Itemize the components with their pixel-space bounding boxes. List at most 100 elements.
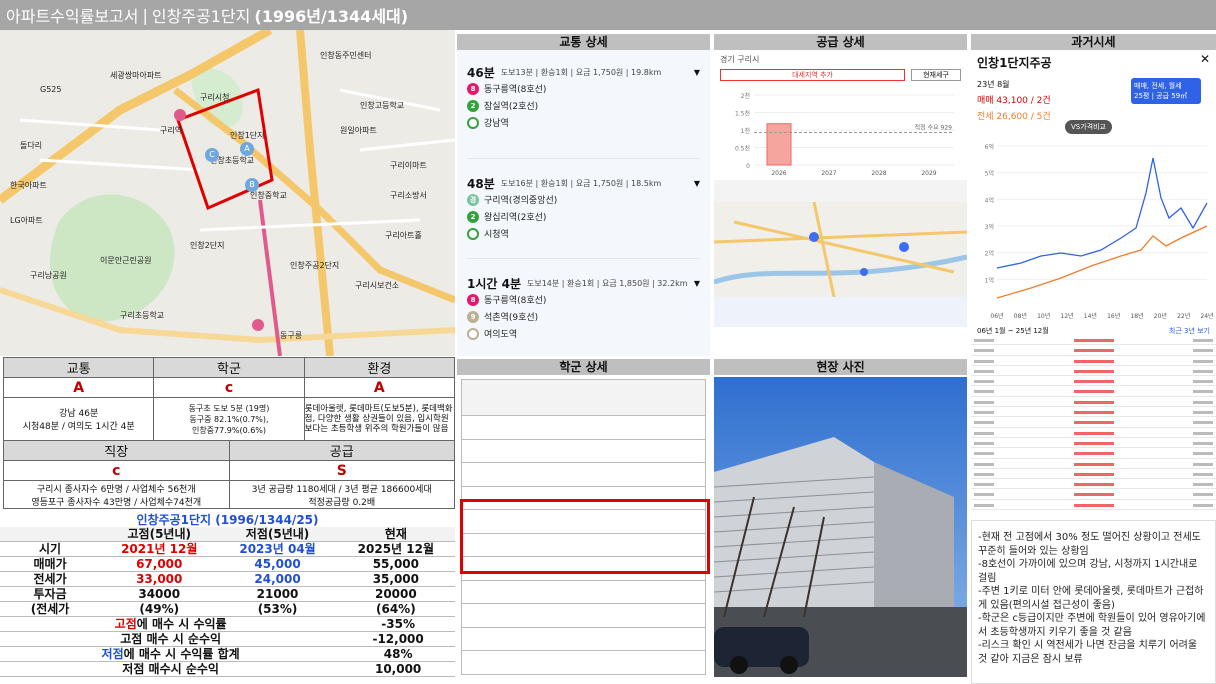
current-button[interactable]: 현재세구 [911, 69, 961, 81]
supply-chart: 2천 1.5천 1천 0.5천 0 적정 수요 929 2026 2027 2028 2029 [735, 92, 954, 177]
map-label: 구리시보건소 [355, 281, 400, 290]
trade-row [971, 407, 1216, 418]
map-label: LG아파트 [10, 216, 43, 225]
chevron-down-icon[interactable]: ▼ [694, 68, 700, 77]
map-marker[interactable]: B [245, 178, 259, 192]
memo-line: -8호선이 가까이에 있으며 강남, 시청까지 1시간내로 걸림 [978, 559, 1198, 584]
line-badge: 2 [467, 99, 479, 112]
row-label: 투자금 [0, 586, 101, 602]
map-canvas [0, 30, 455, 356]
trade-row [971, 366, 1216, 377]
map-marker[interactable]: C [205, 148, 219, 162]
price-title: 과거시세 [971, 34, 1216, 50]
line-badge: 9 [467, 310, 479, 323]
chevron-down-icon[interactable]: ▼ [694, 279, 700, 288]
summary-value: 10,000 [341, 661, 455, 677]
x-tick-label: 10년 [1037, 312, 1050, 320]
summary-text: 에 매수 시 수익률 [136, 617, 227, 631]
supply-bar [766, 123, 792, 166]
add-region-button[interactable]: 대세지역 추가 [720, 69, 905, 81]
x-tick-label: 24년 [1200, 312, 1213, 320]
route-card[interactable]: 1시간 4분 도보14분 | 환승1회 | 요금 1,850원 | 32.2km ▼… [467, 258, 700, 358]
memo-box: -현재 전 고점에서 30% 정도 떨어진 상황이고 전세도 꾸준히 들어와 있… [971, 520, 1216, 684]
peak-ratio: (49%) [100, 601, 219, 617]
current-jeonse: 35,000 [336, 571, 455, 587]
trade-rows [971, 335, 1216, 511]
y-tick-label: 2천 [741, 92, 750, 100]
school-row [461, 415, 706, 440]
station-name: 강남역 [484, 119, 509, 129]
map-label: 이문안근린공원 [100, 256, 152, 265]
memo-line: -현재 전 고점에서 30% 정도 떨어진 상황이고 전세도 꾸준히 들어와 있… [978, 532, 1201, 557]
area-map[interactable]: G525 인창초등학교 구리시청 세광쌍마아파트 인창중학교 원일아파트 구리역… [0, 30, 455, 356]
school-row [461, 438, 706, 463]
y-tick-label: 3억 [985, 223, 994, 231]
route-card[interactable]: 48분 도보16분 | 환승1회 | 요금 1,750원 | 18.5km ▼ 경구… [467, 158, 700, 258]
summary-highlight: 저점 [101, 647, 124, 661]
y-tick-label: 6억 [985, 143, 994, 151]
header-traffic: 교통 [2, 357, 155, 378]
note-school: 동구초 도보 5분 (19명) 동구중 82.1%(0.7%), 인창중77.9… [153, 397, 305, 441]
station-name: 동구릉역(8호선) [484, 296, 547, 306]
map-label: 구리남공원 [30, 271, 67, 280]
header-separator: | [142, 5, 148, 25]
filter-dropdown[interactable]: 매매, 전세, 월세 25평 | 공급 59㎡ [1131, 78, 1201, 104]
trade-row [971, 386, 1216, 397]
grade-traffic: A [2, 377, 155, 398]
trade-row [971, 345, 1216, 356]
trade-row [971, 428, 1216, 438]
transit-panel: 교통 상세 46분 도보13분 | 환승1회 | 요금 1,750원 | 19.8… [457, 34, 710, 356]
peak-date: 2021년 12월 [100, 541, 219, 557]
current-ratio: (64%) [336, 601, 455, 617]
x-tick-label: 2027 [821, 170, 836, 177]
route-card[interactable]: 46분 도보13분 | 환승1회 | 요금 1,750원 | 19.8km ▼ 8동… [467, 64, 700, 158]
route-info: 도보14분 | 환승1회 | 요금 1,850원 | 32.2km [527, 278, 688, 288]
report-years: (1996년/1344세대) [254, 7, 409, 26]
station-name: 석촌역(9호선) [484, 313, 539, 323]
report-header: 아파트수익률보고서 | 인창주공1단지 (1996년/1344세대) [0, 0, 1216, 30]
summary-text: 고점 매수 시 순수익 [120, 632, 222, 646]
row-label: 매매가 [0, 556, 101, 572]
trade-row [971, 397, 1216, 408]
grade-school: c [153, 377, 305, 398]
header-school: 학군 [153, 357, 305, 378]
trade-row [971, 500, 1216, 511]
station-name: 동구릉역(8호선) [484, 85, 547, 95]
school-row [461, 462, 706, 487]
price-chart: 6억 5억 4억 3억 2억 1억 06년 08년 10년 12년 14년 16년 18년 20년 22년 2… [985, 143, 1214, 320]
map-label: 인창2단지 [190, 241, 225, 250]
memo-line: -리스크 확인 시 역전세가 나면 잔금을 치루기 어려울 것 같아 지금은 잠… [978, 640, 1198, 665]
grade-supply: S [228, 460, 455, 481]
chevron-down-icon[interactable]: ▼ [694, 179, 700, 188]
note-environment: 롯데아울렛, 롯데마트(도보5분), 롯데백화점, 다양한 생활 상권들이 있음… [303, 397, 456, 441]
line-badge: 8 [467, 293, 479, 306]
grade-work: c [3, 460, 230, 481]
supply-map[interactable] [714, 202, 967, 297]
close-icon[interactable]: ✕ [1200, 52, 1210, 66]
route-time: 1시간 4분 [467, 276, 521, 291]
map-marker[interactable]: A [240, 142, 254, 156]
grade-environment: A [303, 377, 456, 398]
x-tick-label: 06년 [990, 312, 1003, 320]
school-panel: 학군 상세 [457, 359, 710, 684]
line-badge: 8 [467, 82, 479, 95]
map-label: 구리초등학교 [120, 311, 165, 320]
report-prefix: 아파트수익률보고서 [6, 7, 139, 26]
summary-value: -12,000 [341, 631, 455, 647]
map-label: 원일아파트 [340, 126, 377, 135]
filter-size: 25평 | 공급 59㎡ [1134, 92, 1188, 100]
x-tick-label: 16년 [1107, 312, 1120, 320]
supply-legend-row [714, 297, 967, 327]
station-name: 시청역 [484, 230, 509, 240]
school-header-cell [461, 379, 706, 416]
y-tick-label: 1천 [741, 127, 750, 135]
supply-region: 경기 구리시 [720, 55, 760, 64]
x-tick-label: 08년 [1014, 312, 1027, 320]
bottom-invest: 21000 [218, 586, 337, 602]
map-label: 동구릉 [280, 331, 303, 340]
map-label: 구리역 [160, 126, 183, 135]
map-label: 인창중학교 [250, 191, 287, 200]
vs-compare-button[interactable]: VS가격비교 [1065, 120, 1112, 134]
current-sale: 55,000 [336, 556, 455, 572]
map-label: 구리소방서 [390, 191, 427, 200]
